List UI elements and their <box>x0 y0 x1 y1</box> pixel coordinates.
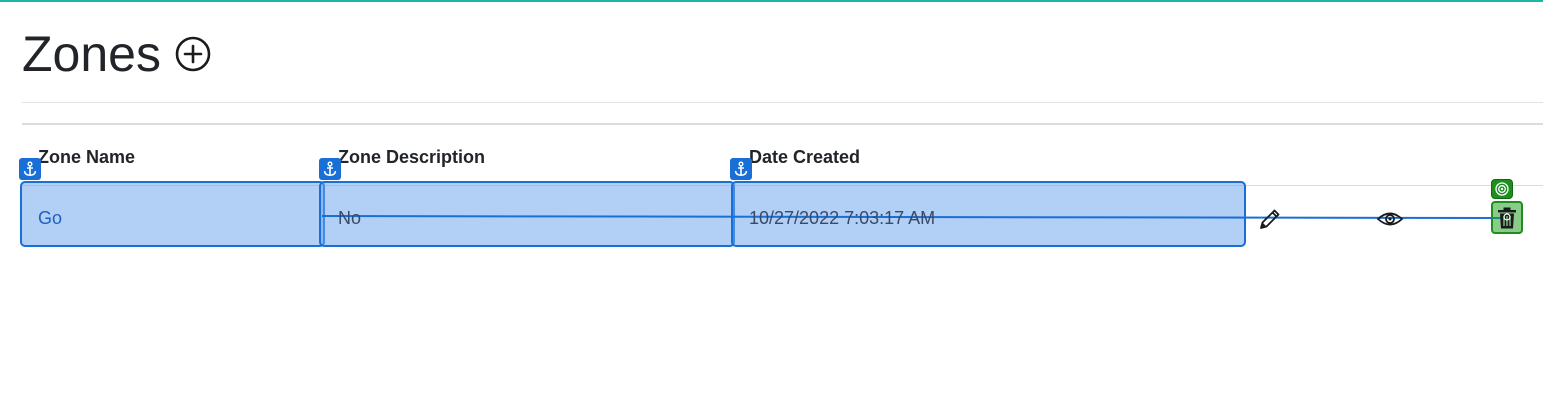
anchor-icon <box>19 158 41 180</box>
column-header-zone-name[interactable]: Zone Name <box>38 145 135 169</box>
anchor-icon <box>319 158 341 180</box>
eye-icon <box>1376 212 1404 226</box>
column-header-date-created[interactable]: Date Created <box>749 145 860 169</box>
page-title: Zones <box>22 26 161 82</box>
edit-button[interactable] <box>1258 207 1282 231</box>
pencil-icon <box>1260 209 1280 229</box>
header-divider <box>22 102 1543 103</box>
anchor-icon <box>730 158 752 180</box>
trash-icon <box>1498 207 1516 228</box>
date-created-value: 10/27/2022 7:03:17 AM <box>749 208 936 228</box>
delete-button[interactable] <box>1491 201 1523 234</box>
zone-name-link[interactable]: Go <box>38 206 62 230</box>
add-zone-button[interactable] <box>175 36 211 72</box>
top-accent-bar <box>0 0 1543 2</box>
page-header: Zones <box>22 24 211 84</box>
zone-name-cell-highlight[interactable] <box>20 181 325 247</box>
view-button[interactable] <box>1376 209 1404 229</box>
target-icon <box>1491 179 1513 199</box>
column-header-zone-description[interactable]: Zone Description <box>338 145 485 169</box>
zone-description-value: No <box>338 208 362 228</box>
table-top-border <box>22 123 1543 125</box>
zone-description-cell-highlight[interactable] <box>319 181 735 247</box>
